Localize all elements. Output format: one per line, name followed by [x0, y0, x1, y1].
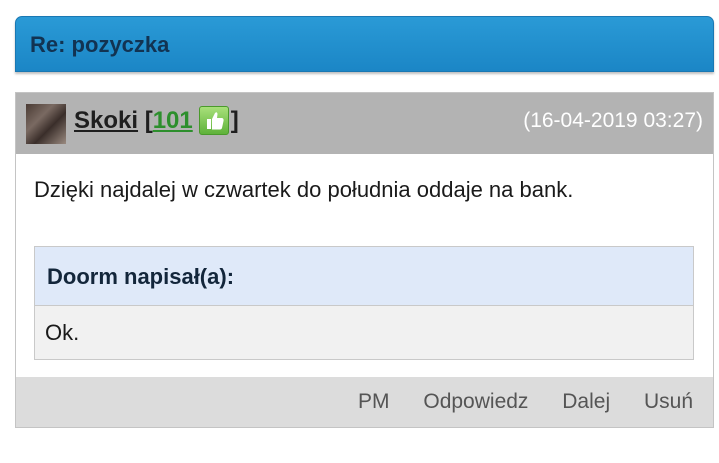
avatar[interactable]	[26, 104, 66, 144]
pm-link[interactable]: PM	[358, 390, 390, 413]
post-footer: PM Odpowiedz Dalej Usuń	[16, 377, 713, 427]
quote-body: Ok.	[35, 306, 693, 359]
reply-link[interactable]: Odpowiedz	[423, 390, 528, 413]
bracket-open: [	[144, 107, 153, 134]
quote-text: Ok.	[45, 320, 80, 345]
post-actions: PM Odpowiedz Dalej Usuń	[330, 390, 693, 414]
thumbs-up-icon[interactable]	[198, 106, 229, 135]
post-message: Dzięki najdalej w czwartek do południa o…	[34, 177, 574, 202]
post-header: Skoki [101 ] (16-04-2019 03:27)	[16, 93, 713, 154]
reputation-score-link[interactable]: 101	[153, 107, 193, 134]
delete-link[interactable]: Usuń	[644, 390, 693, 413]
bracket-close: ]	[230, 107, 239, 134]
topic-title: Re: pozyczka	[30, 32, 170, 57]
forward-link[interactable]: Dalej	[562, 390, 610, 413]
topic-header: Re: pozyczka	[15, 16, 714, 72]
quote-author: Doorm napisał(a):	[47, 264, 235, 289]
quote-header: Doorm napisał(a):	[35, 247, 693, 306]
author-name-link[interactable]: Skoki	[74, 107, 138, 134]
post: Skoki [101 ] (16-04-2019 03:27) Dzięki n…	[15, 92, 714, 428]
author-line: Skoki [101 ]	[74, 106, 239, 135]
post-date: (16-04-2019 03:27)	[523, 109, 703, 132]
quote-block: Doorm napisał(a): Ok.	[34, 246, 694, 360]
